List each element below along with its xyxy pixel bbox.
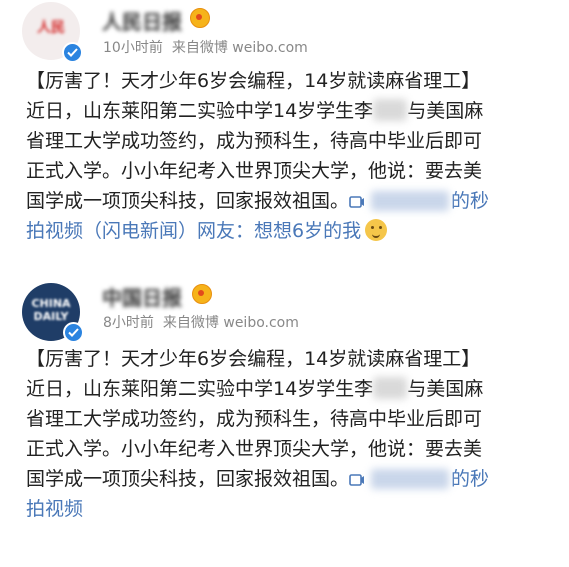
vip-badge-icon	[192, 284, 212, 304]
blurred-name	[373, 99, 408, 121]
blurred-link-source	[371, 191, 450, 211]
post-line: 拍视频（闪电新闻）网友：想想6岁的我	[26, 216, 489, 246]
post-line: 省理工大学成功签约，成为预科生，待高中毕业后即可	[26, 408, 483, 430]
post-line: 近日，山东莱阳第二实验中学14岁学生李 与美国麻	[26, 99, 484, 122]
video-link-cont[interactable]: 拍视频（闪电新闻）网友：想想6岁的我	[26, 220, 361, 242]
post-line: 国学成一项顶尖科技，回家报效祖国。 的秒	[26, 190, 490, 212]
post-line: 正式入学。小小年纪考入世界顶尖大学，他说：要去美	[26, 438, 483, 460]
username[interactable]: 中国日报	[102, 282, 182, 311]
post-source: 来自微博 weibo.com	[171, 40, 308, 56]
weibo-post: CHINA DAILY 中国日报 8小时前 来自微博 weibo.com 【厉害了…	[0, 278, 569, 567]
post-line: 省理工大学成功签约，成为预科生，待高中毕业后即可	[26, 130, 483, 152]
post-time: 10小时前	[103, 40, 163, 56]
post-headline: 【厉害了！天才少年6岁会编程，14岁就读麻省理工】	[26, 348, 481, 370]
avatar-logo: CHINA DAILY	[31, 297, 71, 323]
post-source: 来自微博 weibo.com	[162, 315, 299, 331]
post-headline: 【厉害了！天才少年6岁会编程，14岁就读麻省理工】	[26, 70, 481, 92]
post-time: 8小时前	[103, 315, 154, 331]
post-meta: 8小时前 来自微博 weibo.com	[103, 312, 308, 332]
post-text: 【厉害了！天才少年6岁会编程，14岁就读麻省理工】 近日，山东莱阳第二实验中学1…	[26, 344, 489, 524]
emoji-icon	[365, 219, 388, 241]
weibo-post: 人民 人民日报 10小时前 来自微博 weibo.com 【厉害了！天才少年6岁会…	[0, 0, 569, 283]
blurred-link-source	[371, 469, 450, 489]
video-link-icon	[349, 474, 365, 486]
video-link-icon	[349, 196, 365, 208]
post-meta: 10小时前 来自微博 weibo.com	[103, 37, 317, 57]
post-text: 【厉害了！天才少年6岁会编程，14岁就读麻省理工】 近日，山东莱阳第二实验中学1…	[26, 66, 489, 246]
vip-badge-icon	[190, 8, 210, 28]
blurred-name	[373, 377, 408, 399]
video-link-cont[interactable]: 拍视频	[26, 498, 83, 520]
verified-badge-icon	[62, 42, 83, 63]
post-line: 近日，山东莱阳第二实验中学14岁学生李 与美国麻	[26, 377, 484, 400]
video-link[interactable]: 的秒	[349, 468, 489, 490]
post-line: 国学成一项顶尖科技，回家报效祖国。 的秒	[26, 468, 490, 490]
verified-badge-icon	[63, 322, 84, 343]
post-line: 正式入学。小小年纪考入世界顶尖大学，他说：要去美	[26, 160, 483, 182]
avatar-logo: 人民	[37, 20, 65, 36]
video-link[interactable]: 的秒	[349, 190, 489, 212]
username[interactable]: 人民日报	[102, 6, 182, 35]
post-line: 拍视频	[26, 494, 489, 524]
